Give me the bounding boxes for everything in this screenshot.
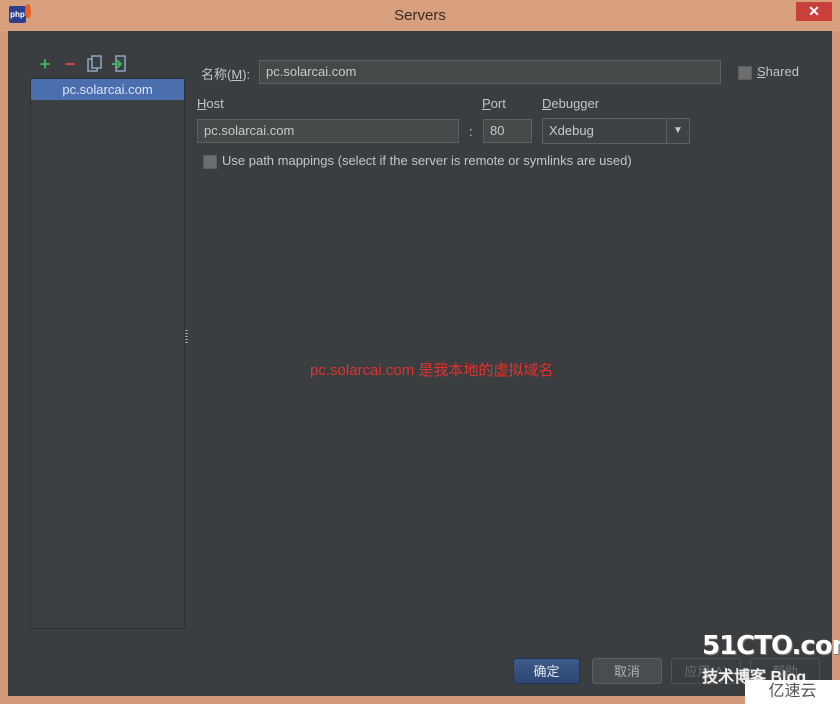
watermark-51cto: 51CTO.com bbox=[702, 631, 840, 661]
path-mappings-label: Use path mappings (select if the server … bbox=[222, 153, 632, 168]
server-list-item[interactable]: pc.solarcai.com bbox=[31, 79, 184, 100]
port-input[interactable]: 80 bbox=[483, 119, 532, 143]
name-label: 名称(M): bbox=[201, 67, 251, 82]
port-label: Port bbox=[482, 96, 506, 111]
window-title: Servers bbox=[394, 7, 446, 24]
remove-server-button[interactable]: − bbox=[61, 55, 79, 73]
import-server-button[interactable] bbox=[110, 55, 128, 73]
shared-checkbox[interactable] bbox=[738, 66, 752, 80]
watermark-yisu: 亿速云 bbox=[745, 680, 840, 704]
close-button[interactable]: ✕ bbox=[796, 2, 832, 21]
dialog-content: + − pc.solarcai.com 名称(M): pc.solarcai.c… bbox=[8, 31, 832, 696]
annotation-text: pc.solarcai.com 是我本地的虚拟域名 bbox=[310, 362, 554, 379]
host-port-separator: : bbox=[469, 124, 473, 139]
shared-label: Shared bbox=[757, 64, 799, 79]
copy-server-button[interactable] bbox=[86, 55, 104, 73]
title-bar: php Servers ✕ bbox=[0, 0, 840, 31]
splitter-handle[interactable] bbox=[185, 330, 188, 344]
server-list: pc.solarcai.com bbox=[30, 78, 185, 629]
copy-icon bbox=[87, 55, 102, 72]
ok-button[interactable]: 确定 bbox=[513, 658, 580, 684]
path-mappings-checkbox[interactable] bbox=[203, 155, 217, 169]
debugger-select[interactable]: Xdebug ▼ bbox=[542, 118, 690, 144]
import-icon bbox=[112, 55, 126, 72]
name-input[interactable]: pc.solarcai.com bbox=[259, 60, 721, 84]
add-server-button[interactable]: + bbox=[36, 55, 54, 73]
cancel-button[interactable]: 取消 bbox=[592, 658, 662, 684]
host-input[interactable]: pc.solarcai.com bbox=[197, 119, 459, 143]
host-label: Host bbox=[197, 96, 224, 111]
chevron-down-icon[interactable]: ▼ bbox=[666, 119, 689, 143]
debugger-value: Xdebug bbox=[549, 123, 594, 138]
debugger-label: Debugger bbox=[542, 96, 600, 111]
